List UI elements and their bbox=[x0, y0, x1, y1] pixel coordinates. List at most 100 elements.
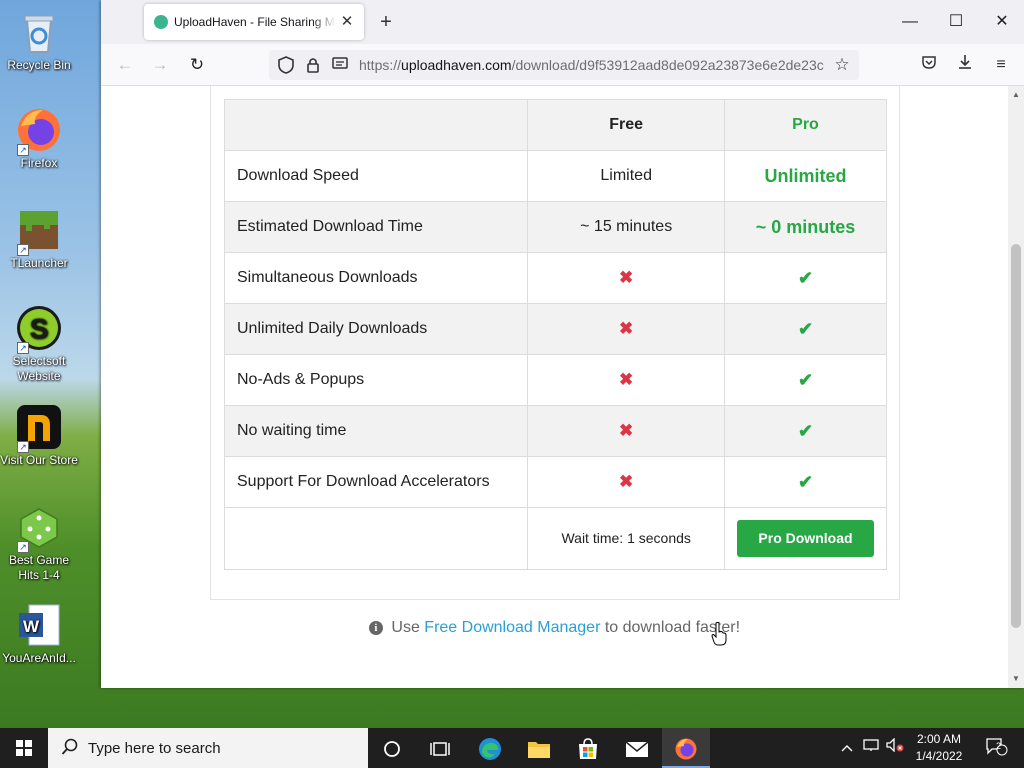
url-scheme: https:// bbox=[359, 57, 402, 73]
bookmark-star-icon[interactable]: ☆ bbox=[833, 56, 851, 74]
lock-icon[interactable] bbox=[304, 56, 322, 74]
desktop-icon-label: Recycle Bin bbox=[7, 58, 71, 72]
svg-text:W: W bbox=[23, 617, 40, 636]
shortcut-arrow-icon: ↗ bbox=[17, 144, 29, 156]
desktop-icon-label: Selectsoft Website bbox=[12, 354, 66, 383]
table-row: Estimated Download Time ~ 15 minutes ~ 0… bbox=[223, 201, 888, 253]
scroll-up-icon[interactable]: ▲ bbox=[1008, 88, 1024, 102]
shortcut-arrow-icon: ↗ bbox=[17, 441, 29, 453]
desktop-icon-firefox[interactable]: ↗ Firefox bbox=[0, 106, 78, 171]
download-icon[interactable] bbox=[954, 54, 976, 76]
feature-name: Estimated Download Time bbox=[223, 201, 529, 253]
tab-bar: UploadHaven - File Sharing Ma ✕ + — ☐ ✕ bbox=[101, 0, 1024, 44]
check-icon: ✔ bbox=[797, 267, 814, 288]
comparison-card: Free Pro Download Speed Limited Unlimite… bbox=[210, 86, 900, 600]
task-view-icon[interactable] bbox=[416, 728, 464, 768]
store-icon: ↗ bbox=[15, 403, 63, 453]
forward-button[interactable]: → bbox=[147, 53, 173, 77]
cross-icon: ✖ bbox=[619, 421, 634, 440]
edge-icon[interactable] bbox=[466, 728, 514, 768]
url-host: uploadhaven.com bbox=[401, 57, 512, 73]
table-row: No-Ads & Popups ✖ ✔ bbox=[223, 354, 888, 406]
desktop-icon-best-game-hits[interactable]: ↗ Best Game Hits 1-4 bbox=[0, 503, 78, 583]
check-icon: ✔ bbox=[797, 471, 814, 492]
free-value: ~ 15 minutes bbox=[527, 201, 725, 253]
wait-time-text: Wait time: 1 seconds bbox=[561, 529, 691, 546]
close-window-button[interactable]: ✕ bbox=[979, 8, 1024, 36]
reader-icon[interactable] bbox=[331, 56, 349, 74]
check-icon: ✔ bbox=[797, 420, 814, 441]
page-scrollbar[interactable]: ▲ ▼ bbox=[1008, 86, 1024, 688]
tray-chevron-up-icon[interactable] bbox=[837, 738, 857, 758]
feature-name: No waiting time bbox=[223, 405, 529, 457]
desktop-icon-recycle-bin[interactable]: Recycle Bin bbox=[0, 8, 78, 73]
file-explorer-icon[interactable] bbox=[515, 728, 563, 768]
desktop-icon-store[interactable]: ↗ Visit Our Store bbox=[0, 403, 78, 468]
search-icon bbox=[60, 738, 80, 758]
pocket-icon[interactable] bbox=[918, 54, 940, 76]
tab-close-icon[interactable]: ✕ bbox=[338, 13, 356, 31]
feature-name: Simultaneous Downloads bbox=[223, 252, 529, 304]
desktop-icon-tlauncher[interactable]: ↗ TLauncher bbox=[0, 206, 78, 271]
start-button[interactable] bbox=[0, 728, 48, 768]
pro-value: ~ 0 minutes bbox=[755, 216, 856, 237]
url-bar[interactable]: https://uploadhaven.com/download/d9f5391… bbox=[269, 50, 859, 80]
url-text[interactable]: https://uploadhaven.com/download/d9f5391… bbox=[359, 57, 829, 73]
notification-count: 2 bbox=[996, 741, 1002, 751]
cross-icon: ✖ bbox=[619, 472, 634, 491]
comparison-table: Free Pro Download Speed Limited Unlimite… bbox=[223, 99, 888, 570]
cross-icon: ✖ bbox=[619, 268, 634, 287]
notification-center-icon[interactable]: 2 bbox=[984, 738, 1010, 758]
desktop-icon-word-document[interactable]: W YouAreAnId... bbox=[0, 601, 78, 666]
shortcut-arrow-icon: ↗ bbox=[17, 541, 29, 553]
maximize-button[interactable]: ☐ bbox=[933, 8, 979, 36]
back-button[interactable]: ← bbox=[112, 53, 138, 77]
reload-button[interactable]: ↻ bbox=[184, 53, 210, 77]
navigation-bar: ← → ↻ https://uploadhaven.com/download/d… bbox=[101, 44, 1024, 86]
url-path: /download/d9f53912aad8de092a23873e6e2de2… bbox=[511, 57, 824, 73]
windows-logo-icon bbox=[16, 740, 32, 756]
tab-title: UploadHaven - File Sharing Ma bbox=[174, 15, 336, 29]
firefox-icon: ↗ bbox=[15, 106, 63, 156]
feature-name: Download Speed bbox=[223, 150, 529, 202]
table-row: Simultaneous Downloads ✖ ✔ bbox=[223, 252, 888, 304]
hint-prefix: Use bbox=[391, 619, 420, 636]
desktop-icon-label: TLauncher bbox=[10, 256, 68, 270]
uploadhaven-favicon-icon bbox=[154, 15, 168, 29]
recycle-bin-icon bbox=[15, 8, 63, 56]
tab-uploadhaven[interactable]: UploadHaven - File Sharing Ma ✕ bbox=[144, 4, 364, 40]
scroll-down-icon[interactable]: ▼ bbox=[1008, 672, 1024, 686]
pro-download-button[interactable]: Pro Download bbox=[736, 520, 874, 557]
desktop-icon-label: YouAreAnId... bbox=[2, 651, 76, 665]
check-icon: ✔ bbox=[797, 369, 814, 390]
taskbar-clock[interactable]: 2:00 AM 1/4/2022 bbox=[906, 731, 972, 765]
action-row-blank bbox=[223, 507, 529, 570]
table-action-row: Wait time: 1 seconds Pro Download bbox=[223, 507, 888, 570]
scroll-thumb[interactable] bbox=[1011, 244, 1021, 628]
network-icon[interactable] bbox=[861, 738, 881, 758]
search-placeholder: Type here to search bbox=[88, 740, 221, 757]
desktop-icon-selectsoft[interactable]: S ↗ Selectsoft Website bbox=[0, 304, 78, 384]
table-row: No waiting time ✖ ✔ bbox=[223, 405, 888, 457]
pro-value: Unlimited bbox=[764, 165, 847, 186]
table-row: Unlimited Daily Downloads ✖ ✔ bbox=[223, 303, 888, 355]
menu-icon[interactable]: ≡ bbox=[990, 54, 1012, 76]
minecraft-block-icon: ↗ bbox=[15, 206, 63, 256]
cortana-icon[interactable] bbox=[368, 728, 416, 768]
mail-icon[interactable] bbox=[613, 728, 661, 768]
shield-icon[interactable] bbox=[277, 56, 295, 74]
new-tab-button[interactable]: + bbox=[375, 11, 397, 33]
free-download-manager-link[interactable]: Free Download Manager bbox=[424, 619, 600, 636]
taskbar-search[interactable]: Type here to search bbox=[48, 728, 368, 768]
desktop-icon-label: Visit Our Store bbox=[0, 453, 78, 467]
table-header-free: Free bbox=[527, 99, 725, 151]
firefox-taskbar-icon[interactable] bbox=[662, 728, 710, 768]
microsoft-store-icon[interactable] bbox=[564, 728, 612, 768]
volume-muted-icon[interactable] bbox=[885, 737, 905, 758]
minimize-button[interactable]: — bbox=[887, 8, 933, 36]
check-icon: ✔ bbox=[797, 318, 814, 339]
cross-icon: ✖ bbox=[619, 370, 634, 389]
clock-time: 2:00 AM bbox=[916, 732, 962, 746]
table-header-pro: Pro bbox=[723, 99, 888, 151]
page-content: Free Pro Download Speed Limited Unlimite… bbox=[101, 86, 1008, 688]
